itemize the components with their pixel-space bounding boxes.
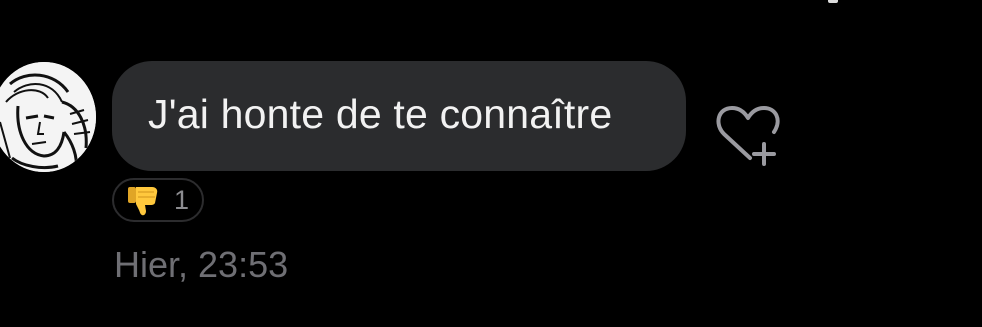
chat-view: J'ai honte de te connaître 1 Hier, 23:53 [0, 0, 982, 327]
message-bubble[interactable]: J'ai honte de te connaître [112, 61, 686, 171]
message-text: J'ai honte de te connaître [148, 90, 613, 137]
thumbs-down-icon [128, 187, 158, 216]
reaction-chip[interactable]: 1 [112, 178, 204, 222]
status-indicator [828, 0, 838, 3]
heart-plus-icon [716, 106, 780, 166]
sketch-portrait-icon [0, 62, 96, 172]
avatar[interactable] [0, 62, 96, 172]
add-reaction-button[interactable] [712, 102, 784, 168]
reaction-count: 1 [174, 184, 190, 215]
message-timestamp: Hier, 23:53 [114, 244, 289, 285]
